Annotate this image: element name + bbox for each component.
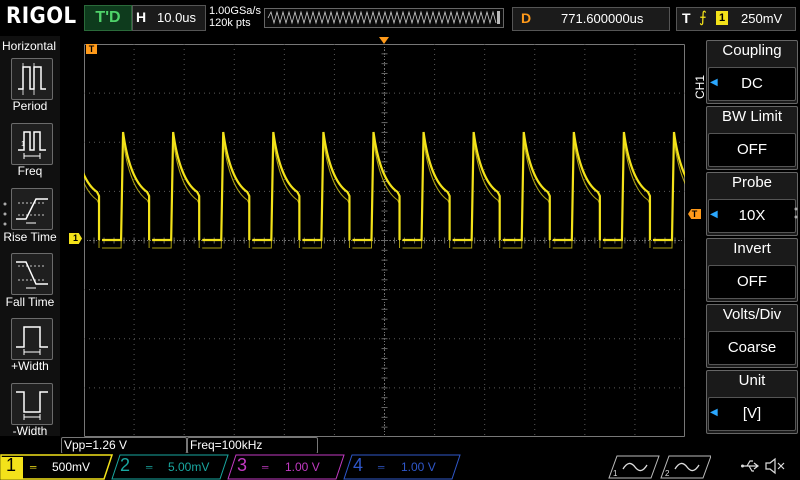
period-label: Period xyxy=(12,99,48,113)
negative-width-icon xyxy=(16,391,48,420)
fall-time-label: Fall Time xyxy=(5,295,55,309)
svg-text:1: 1 xyxy=(613,469,618,478)
menu-item-title: Unit xyxy=(738,372,766,389)
ch2-coupling-icon: ═ xyxy=(146,462,153,472)
ch1-ground-marker[interactable]: 1 xyxy=(69,233,82,244)
menu-channel-label: CH1 xyxy=(693,74,708,100)
fall-time-button[interactable] xyxy=(11,253,53,295)
run-status-badge[interactable]: T'D xyxy=(84,5,132,31)
memory-depth: 120k pts xyxy=(209,17,251,29)
generator-2-icon: 2 xyxy=(660,455,711,479)
ch4-coupling-icon: ═ xyxy=(378,462,385,472)
waveform-display[interactable] xyxy=(84,44,685,437)
menu-item-title: Invert xyxy=(733,240,771,257)
memory-zigzag-path xyxy=(267,10,497,25)
menu-item-title: BW Limit xyxy=(722,108,782,125)
menu-item-value[interactable]: DC xyxy=(708,67,796,101)
freq-label: Freq xyxy=(17,164,43,178)
measurement-freq[interactable]: Freq=100kHz xyxy=(187,437,318,454)
measurement-vpp[interactable]: Vpp=1.26 V xyxy=(61,437,187,454)
period-icon xyxy=(18,63,46,95)
trigger-level-marker[interactable]: T xyxy=(688,209,701,219)
negative-width-label: -Width xyxy=(12,424,48,438)
menu-item-title: Probe xyxy=(731,174,773,191)
horizontal-letter: H xyxy=(136,9,147,25)
period-button[interactable] xyxy=(11,58,53,100)
memory-zigzag-icon xyxy=(267,10,500,25)
positive-width-label: +Width xyxy=(11,359,49,373)
usb-icon xyxy=(741,460,759,472)
trigger-level-value: 250mV xyxy=(741,11,783,26)
acquisition-info: 1.00GSa/s 120k pts xyxy=(209,5,261,29)
ch3-scale[interactable]: 1.00 V xyxy=(285,460,320,474)
menu-item-value[interactable]: OFF xyxy=(708,265,796,299)
ch2-scale[interactable]: 5.00mV xyxy=(168,460,209,474)
generator-1-icon: 1 xyxy=(608,455,660,479)
timebase-value: 10.0us xyxy=(157,10,197,25)
memory-waveform-overview xyxy=(264,8,504,28)
svg-text:1: 1 xyxy=(21,141,25,148)
negative-width-button[interactable] xyxy=(11,383,53,425)
trigger-time-marker[interactable]: T xyxy=(86,44,97,54)
delay-value: 771.600000us xyxy=(561,11,644,26)
positive-width-icon xyxy=(16,326,48,355)
measure-menu-title: Horizontal xyxy=(2,39,57,53)
menu-item-value[interactable]: [V] xyxy=(708,397,796,431)
rise-time-label: Rise Time xyxy=(3,230,57,244)
menu-item-value[interactable]: OFF xyxy=(708,133,796,167)
freq-button[interactable]: 1 xyxy=(11,123,53,165)
rising-edge-icon: ⨍ xyxy=(699,9,707,26)
right-page-dots-icon xyxy=(794,207,798,219)
brand-logo: RIGOL xyxy=(6,4,77,29)
menu-item-title: Coupling xyxy=(722,42,782,59)
menu-left-arrow-icon: ◀ xyxy=(710,77,718,88)
ch1-number[interactable]: 1 xyxy=(6,455,16,476)
fall-time-icon xyxy=(16,261,48,289)
ch1-coupling-icon: ═ xyxy=(30,462,37,472)
menu-item-value[interactable]: 10X xyxy=(708,199,796,233)
svg-text:2: 2 xyxy=(665,469,670,478)
trigger-letter: T xyxy=(682,10,691,26)
speaker-muted-icon[interactable] xyxy=(764,456,786,476)
rise-time-icon xyxy=(16,198,48,224)
ch3-coupling-icon: ═ xyxy=(262,462,269,472)
delay-letter: D xyxy=(521,10,532,26)
menu-left-arrow-icon: ◀ xyxy=(710,407,718,418)
trigger-position-marker-icon[interactable] xyxy=(379,37,389,45)
ch2-number[interactable]: 2 xyxy=(120,455,130,476)
ch1-scale[interactable]: 500mV xyxy=(52,460,90,474)
signal-generator-icons: 1 2 xyxy=(608,455,711,479)
ch3-number[interactable]: 3 xyxy=(237,455,247,476)
freq-icon: 1 xyxy=(18,131,46,159)
ch4-scale[interactable]: 1.00 V xyxy=(401,460,436,474)
sample-rate: 1.00GSa/s xyxy=(209,5,261,17)
menu-item-title: Volts/Div xyxy=(722,306,782,323)
menu-page-dots-icon xyxy=(3,202,7,226)
positive-width-button[interactable] xyxy=(11,318,53,360)
ch4-number[interactable]: 4 xyxy=(353,455,363,476)
rise-time-button[interactable] xyxy=(11,188,53,230)
menu-left-arrow-icon: ◀ xyxy=(710,209,718,220)
menu-item-value[interactable]: Coarse xyxy=(708,331,796,365)
trigger-channel-badge: 1 xyxy=(716,11,728,25)
